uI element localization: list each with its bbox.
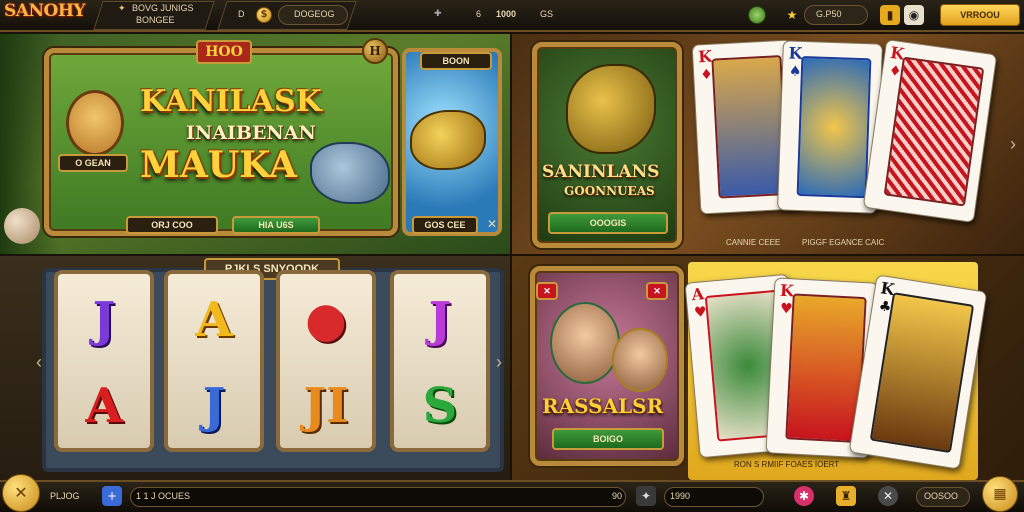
level-short: D [238,9,245,19]
plus-icon[interactable]: ✚ [434,8,442,19]
tag-right-top[interactable]: BOON [420,52,492,70]
reel-4: J S [390,270,490,452]
reel-2-symbol-1: A [195,292,233,348]
reel-4-symbol-1: J [428,292,452,348]
balance: G.P50 [816,9,842,19]
star-icon: ✦ [118,3,126,13]
card-1-art [711,55,789,199]
reel-2-symbol-2: J [202,378,226,434]
game-title-2: INAIBENAN [186,122,316,144]
action-button[interactable]: VRROOU [940,4,1020,26]
reel-4-symbol-2: S [422,378,458,434]
menu-label: OOSOO [924,491,959,501]
header-subtitle-1: BOVG JUNIGS [132,3,194,13]
card-king-clubs-art [869,292,975,454]
tag-left[interactable]: ORJ COO [126,216,218,234]
close-left-icon[interactable]: ✕ [536,282,558,300]
reel-1-symbol-1: J [92,292,116,348]
close-icon[interactable]: ✕ [878,486,898,506]
card-1-rank: K [697,46,713,67]
reel-3-symbol-1: ● [305,292,347,348]
close-right-icon[interactable]: ✕ [646,282,668,300]
cards-game-tile[interactable]: ✕ ✕ RASSALSR BOIGO A ♥ K ♥ K ♣ RON S RMI… [512,256,1024,480]
chevron-left-icon[interactable]: ‹ [36,352,42,373]
header-subtitle-2: BONGEE [136,15,175,25]
chevron-right-icon[interactable]: › [496,352,502,373]
gamepad-icon[interactable]: ◉ [904,5,924,25]
reel-1: J A [54,270,154,452]
elf-character-1 [550,302,620,384]
card-ace-rank: A [690,284,705,305]
heart-icon[interactable]: ✱ [794,486,814,506]
reel-3-symbol-2: JI [303,378,349,434]
avatar-label: O GEAN [58,154,128,172]
wallet-icon[interactable]: ▮ [880,5,900,25]
top-badge: HOO [196,40,252,64]
fish-title-1: SANINLANS [542,162,660,182]
menu-coin-icon[interactable]: ✕ [2,474,40,512]
fish-title-2: GOONNUEAS [564,184,655,198]
chevron-right-icon[interactable]: › [1010,134,1016,155]
fish-caption-1: CANNIE CEEE [726,238,781,247]
eel-creature [410,110,486,170]
elf-character-2 [612,328,668,392]
currency: GS [540,9,554,19]
bottom-bar: ✕ PLJOG + 1 1 J OCUES 90 ✦ 1990 ✱ ♜ ✕ OO… [0,474,1024,512]
globe-icon[interactable] [748,6,766,24]
game-title-3: MAUKA [140,144,297,186]
fish-play-button[interactable]: OOOGIS [548,212,668,234]
coin-icon: $ [256,7,272,23]
bet-field[interactable] [130,487,626,507]
monkey-character [66,90,124,156]
add-icon[interactable]: + [102,486,122,506]
bet-field-count: 90 [612,491,623,501]
tag-right-bottom[interactable]: GOS CEE [412,216,478,234]
spin-icon[interactable]: ✦ [636,486,656,506]
cards-title: RASSALSR [542,394,664,418]
tag-mid[interactable]: HIA U6S [232,216,320,234]
game-title-1: KANILASK [140,84,322,119]
fish-creature [310,142,390,204]
fish-caption-2: PIGGF EGANCE CAIC [802,238,885,247]
card-2-art [796,55,872,199]
trophy-icon[interactable]: ♜ [836,486,856,506]
footer-label: PLJOG [50,491,80,501]
settings-icon[interactable]: ✕ [482,214,502,234]
amount: 1990 [670,491,691,501]
round-badge[interactable]: H [362,38,388,64]
cards-play-button[interactable]: BOIGO [552,428,664,450]
cards-caption: RON S RMIIF FOAES IOERT [734,460,840,469]
bet-field-value: 1 1 J OCUES [136,491,191,501]
card-3[interactable]: K ♦ [862,39,998,223]
fish-card-tile[interactable]: SANINLANS GOONNUEAS OOOGIS K ♦ K ♠ K ♦ C… [512,34,1024,254]
bet-value: 6 [476,9,482,19]
win-value: 1000 [496,9,517,19]
coconut-icon [4,208,40,244]
reel-2: A J [164,270,264,452]
grid-menu-icon[interactable]: ▦ [982,476,1018,512]
slots-game-tile[interactable]: PJKLS SNYOODK J A A J ● JI J S ‹ › [0,256,510,480]
reel-3: ● JI [276,270,376,452]
star-badge-icon[interactable]: ★ [782,5,802,25]
top-bar: SANOHY ✦ BOVG JUNIGS BONGEE D $ DOGEOG ✚… [0,0,1024,32]
reel-1-symbol-2: A [85,378,123,434]
jungle-game-tile[interactable]: HOO H O GEAN KANILASK INAIBENAN MAUKA BO… [0,34,510,254]
coin-label: DOGEOG [294,9,335,19]
catfish-character [566,64,656,154]
game-logo[interactable]: SANOHY [4,1,86,21]
